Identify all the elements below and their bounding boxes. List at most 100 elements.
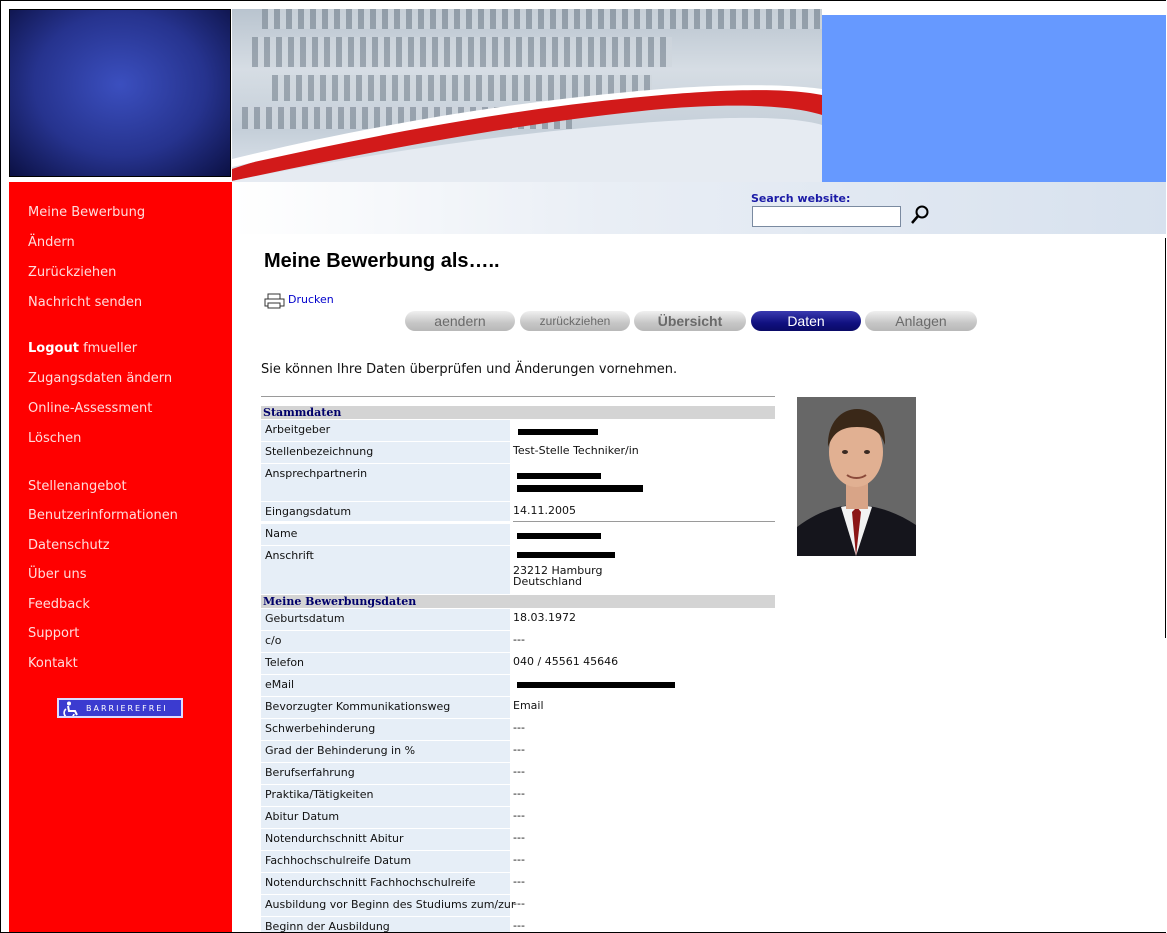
row-label: c/o [265,634,282,647]
redacted-value [517,682,675,688]
row-label: Telefon [265,656,305,669]
search-input[interactable] [752,206,901,227]
row-label: Ausbildung vor Beginn des Studiums zum/z… [265,898,516,911]
table-row: Beginn der Ausbildung --- [261,917,775,933]
logout-username: fmueller [83,341,138,356]
wheelchair-icon [63,701,78,716]
nav-kontakt[interactable]: Kontakt [28,656,78,671]
table-row: Stellenbezeichnung Test-Stelle Techniker… [261,442,775,463]
barrierefrei-label: BARRIEREFREI [86,704,168,713]
row-value: --- [513,831,525,844]
row-value: --- [513,633,525,646]
nav-stellenangebot[interactable]: Stellenangebot [28,479,127,494]
redacted-value [518,429,598,435]
page-edge [1165,238,1166,638]
row-label: Praktika/Tätigkeiten [265,788,374,801]
table-row: Eingangsdatum 14.11.2005 [261,502,775,521]
row-label: eMail [265,678,295,691]
table-row: Arbeitgeber [261,420,775,441]
row-label: Abitur Datum [265,810,340,823]
row-value: --- [513,787,525,800]
section-heading-label: Stammdaten [263,406,342,419]
barrierefrei-button[interactable]: BARRIEREFREI [57,698,183,718]
nav-benutzerinformationen[interactable]: Benutzerinformationen [28,508,178,523]
tab-anlagen[interactable]: Anlagen [865,311,977,331]
nav-ueber-uns[interactable]: Über uns [28,567,87,582]
logout-label[interactable]: Logout [28,341,79,356]
row-value: 18.03.1972 [513,611,576,624]
nav-support[interactable]: Support [28,626,79,641]
logo-box [9,9,231,177]
divider [261,396,775,397]
row-label: Beginn der Ausbildung [265,920,390,933]
table-row: Anschrift 23212 Hamburg Deutschland [261,546,775,594]
printer-icon [264,293,285,309]
row-value: Test-Stelle Techniker/in [513,444,639,457]
redacted-value [517,485,643,492]
tab-aendern[interactable]: aendern [405,311,515,331]
nav-zurueckziehen[interactable]: Zurückziehen [28,265,116,280]
row-label: Grad der Behinderung in % [265,744,416,757]
row-value: --- [513,875,525,888]
nav-nachricht-senden[interactable]: Nachricht senden [28,295,142,310]
row-label: Anschrift [265,549,314,562]
row-value: 14.11.2005 [513,504,576,517]
table-row: Ausbildung vor Beginn des Studiums zum/z… [261,895,775,916]
row-value: Email [513,699,544,712]
tab-zurueckziehen[interactable]: zurückziehen [520,311,630,331]
table-row: Telefon 040 / 45561 45646 [261,653,775,674]
row-label: Schwerbehinderung [265,722,376,735]
nav-zugangsdaten-aendern[interactable]: Zugangsdaten ändern [28,371,172,386]
header-blue-panel [822,15,1166,182]
table-row: Berufserfahrung --- [261,763,775,784]
row-label: Notendurchschnitt Abitur [265,832,404,845]
row-label: Berufserfahrung [265,766,355,779]
table-row: Praktika/Tätigkeiten --- [261,785,775,806]
row-label: Arbeitgeber [265,423,331,436]
row-value: --- [513,853,525,866]
search-button[interactable] [909,204,931,226]
row-label: Ansprechpartnerin [265,467,368,480]
search-strip [232,182,1166,234]
nav-logout[interactable]: Logout fmueller [28,341,137,356]
header-banner-image [232,9,822,182]
nav-aendern[interactable]: Ändern [28,235,75,250]
divider [513,521,775,522]
row-value: 23212 Hamburg Deutschland [513,564,603,588]
page-title: Meine Bewerbung als….. [264,250,500,272]
row-label: Name [265,527,298,540]
tab-uebersicht[interactable]: Übersicht [634,311,746,331]
intro-text: Sie können Ihre Daten überprüfen und Änd… [261,362,678,377]
row-label: Eingangsdatum [265,505,352,518]
nav-datenschutz[interactable]: Datenschutz [28,538,110,553]
table-row: Bevorzugter Kommunikationsweg Email [261,697,775,718]
table-row: eMail [261,675,775,696]
nav-loeschen[interactable]: Löschen [28,431,81,446]
row-value: --- [513,765,525,778]
page-frame: Search website: Meine Bewerbung Ändern Z… [0,0,1166,933]
table-row: c/o --- [261,631,775,652]
tab-daten[interactable]: Daten [751,311,861,331]
row-label: Notendurchschnitt Fachhochschulreife [265,876,476,889]
row-label: Geburtsdatum [265,612,345,625]
row-value: --- [513,743,525,756]
nav-online-assessment[interactable]: Online-Assessment [28,401,152,416]
nav-feedback[interactable]: Feedback [28,597,90,612]
row-value: 040 / 45561 45646 [513,655,619,668]
section-heading-label: Meine Bewerbungsdaten [263,595,417,608]
nav-meine-bewerbung[interactable]: Meine Bewerbung [28,205,145,220]
row-value: --- [513,919,525,932]
table-row: Grad der Behinderung in % --- [261,741,775,762]
row-value: --- [513,809,525,822]
table-row: Name [261,524,775,545]
applicant-photo [797,397,916,556]
print-label[interactable]: Drucken [288,293,334,306]
row-label: Stellenbezeichnung [265,445,374,458]
table-row: Abitur Datum --- [261,807,775,828]
row-value: --- [513,897,525,910]
redacted-value [517,533,601,539]
table-row: Ansprechpartnerin [261,464,775,501]
redacted-value [517,552,615,558]
table-row: Geburtsdatum 18.03.1972 [261,609,775,630]
search-icon [911,205,929,224]
